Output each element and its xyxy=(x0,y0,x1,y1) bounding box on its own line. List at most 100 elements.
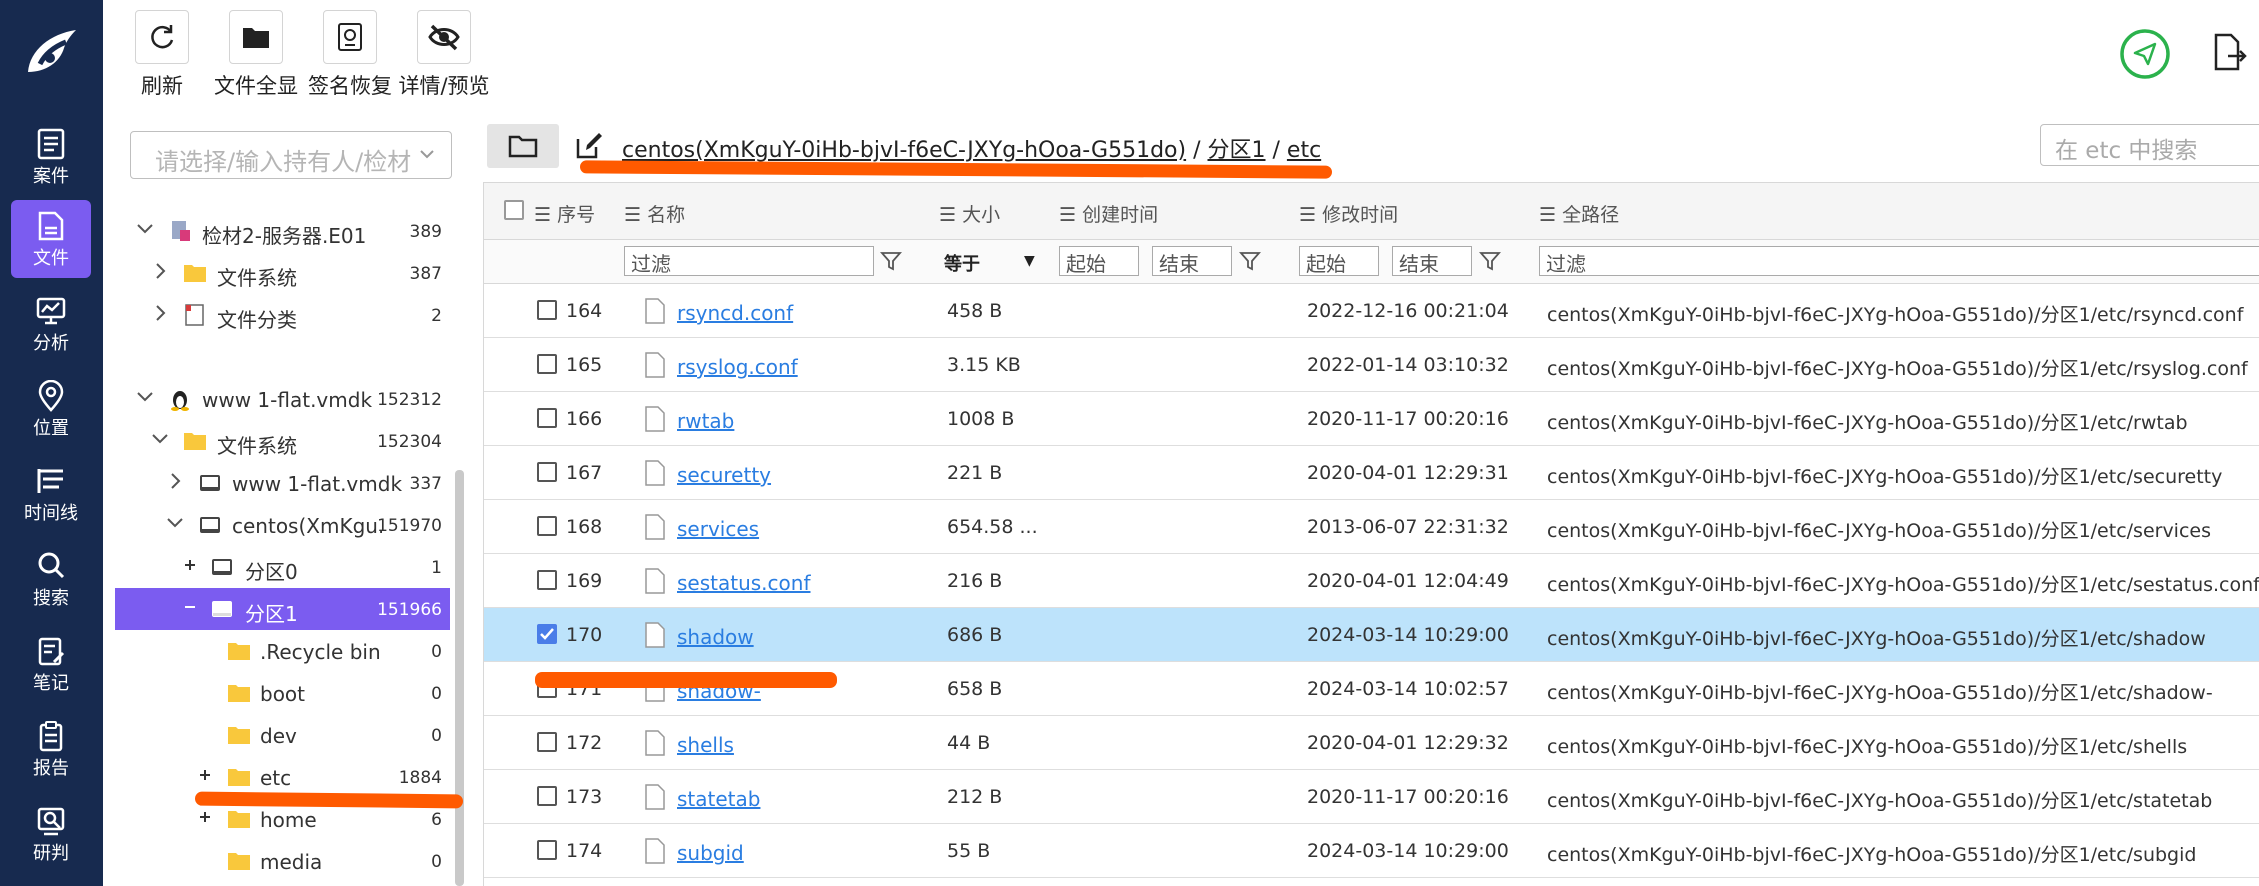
file-name-link[interactable]: shadow xyxy=(677,625,754,649)
row-checkbox[interactable] xyxy=(537,408,557,428)
tree-node-count: 0 xyxy=(431,852,442,872)
folder-view-button[interactable] xyxy=(487,124,559,168)
tree-node-media[interactable]: media 0 xyxy=(115,840,450,882)
column-header-index[interactable]: ☰ 序号 xyxy=(534,200,595,227)
file-name-link[interactable]: rwtab xyxy=(677,409,734,433)
row-checkbox[interactable] xyxy=(537,300,557,320)
file-name-link[interactable]: shells xyxy=(677,733,734,757)
tree-node-centos[interactable]: centos(XmKgu... 151970 xyxy=(115,504,450,546)
ctime-end-input[interactable]: 结束 xyxy=(1152,246,1232,276)
table-row[interactable]: 164 rsyncd.conf 458 B 2022-12-16 00:21:04 ce… xyxy=(484,284,2259,338)
tree-node-filesystem[interactable]: 文件系统 152304 xyxy=(115,420,450,462)
edit-icon[interactable] xyxy=(574,131,604,161)
row-checkbox[interactable] xyxy=(537,840,557,860)
nav-item-search[interactable]: 搜索 xyxy=(11,540,91,618)
chevron-right-icon xyxy=(156,305,166,321)
nav-item-case[interactable]: 案件 xyxy=(11,118,91,196)
file-name-link[interactable]: securetty xyxy=(677,463,771,487)
send-icon[interactable] xyxy=(2119,28,2171,80)
nav-item-file[interactable]: 文件 xyxy=(11,200,91,278)
table-row[interactable]: 167 securetty 221 B 2020-04-01 12:29:31 cent… xyxy=(484,446,2259,500)
column-header-ctime[interactable]: ☰ 创建时间 xyxy=(1059,200,1158,227)
nav-item-note[interactable]: 笔记 xyxy=(11,625,91,703)
tree-node-vmdk[interactable]: www 1-flat.vmdk ... 152312 xyxy=(115,378,450,420)
nav-item-report[interactable]: 报告 xyxy=(11,710,91,788)
file-name-link[interactable]: statetab xyxy=(677,787,760,811)
row-checkbox[interactable] xyxy=(537,354,557,374)
filter-icon[interactable] xyxy=(1239,250,1261,272)
tree-node-boot[interactable]: boot 0 xyxy=(115,672,450,714)
table-row[interactable]: 166 rwtab 1008 B 2020-11-17 00:20:16 centos(… xyxy=(484,392,2259,446)
breadcrumb-volume[interactable]: centos(XmKguY-0iHb-bjvI-f6eC-JXYg-hOoa-G… xyxy=(622,138,1186,163)
size-operator-select[interactable]: 等于 xyxy=(944,250,980,276)
mtime-start-input[interactable]: 起始 xyxy=(1299,246,1379,276)
refresh-button[interactable]: 刷新 xyxy=(112,10,212,100)
name-filter-input[interactable]: 过滤 xyxy=(624,246,874,276)
path-filter-input[interactable]: 过滤 xyxy=(1539,246,2259,276)
file-icon xyxy=(645,838,665,864)
file-name-link[interactable]: services xyxy=(677,517,759,541)
column-header-mtime[interactable]: ☰ 修改时间 xyxy=(1299,200,1398,227)
tree-node-vmdk-disk[interactable]: www 1-flat.vmdk 337 xyxy=(115,462,450,504)
refresh-label: 刷新 xyxy=(141,74,183,98)
column-header-name[interactable]: ☰ 名称 xyxy=(624,200,685,227)
tree-node-label: www 1-flat.vmdk ... xyxy=(202,388,372,412)
filter-icon[interactable] xyxy=(1479,250,1501,272)
show-all-button[interactable]: 文件全显 xyxy=(206,10,306,100)
tree-node-file-category[interactable]: 文件分类 2 xyxy=(115,294,450,336)
table-row[interactable]: 168 services 654.58 ... 2013-06-07 22:31:32… xyxy=(484,500,2259,554)
tree-node-count: 387 xyxy=(409,264,442,284)
tree-node-partition1[interactable]: 分区1 151966 xyxy=(115,588,450,630)
table-row[interactable]: 174 subgid 55 B 2024-03-14 10:29:00 centos(X… xyxy=(484,824,2259,878)
breadcrumb-partition[interactable]: 分区1 xyxy=(1208,138,1266,163)
breadcrumb-folder[interactable]: etc xyxy=(1287,138,1321,163)
tree-node-evidence[interactable]: 检材2-服务器.E01 389 xyxy=(115,210,450,252)
nav-label: 位置 xyxy=(33,418,69,439)
export-file-icon[interactable] xyxy=(2210,32,2250,72)
mtime-end-input[interactable]: 结束 xyxy=(1392,246,1472,276)
row-checkbox[interactable] xyxy=(537,570,557,590)
table-row[interactable]: 169 sestatus.conf 216 B 2020-04-01 12:04:49… xyxy=(484,554,2259,608)
file-name-link[interactable]: rsyslog.conf xyxy=(677,355,798,379)
row-checkbox[interactable] xyxy=(537,624,557,644)
table-row[interactable]: 171 shadow- 658 B 2024-03-14 10:02:57 centos… xyxy=(484,662,2259,716)
file-name-link[interactable]: rsyncd.conf xyxy=(677,301,793,325)
file-size: 686 B xyxy=(947,624,1003,646)
full-path: centos(XmKguY-0iHb-bjvI-f6eC-JXYg-hOoa-G… xyxy=(1547,466,2223,488)
chevron-right-icon xyxy=(171,473,181,489)
refresh-icon xyxy=(151,25,174,49)
nav-item-location[interactable]: 位置 xyxy=(11,370,91,448)
details-preview-button[interactable]: 详情/预览 xyxy=(394,10,494,100)
tree-node-recycle-bin[interactable]: .Recycle bin 0 xyxy=(115,630,450,672)
nav-item-timeline[interactable]: 时间线 xyxy=(11,455,91,533)
folder-search-input[interactable]: 在 etc 中搜索 xyxy=(2040,124,2259,166)
tree-node-filesystem[interactable]: 文件系统 387 xyxy=(115,252,450,294)
tree-node-count: 337 xyxy=(409,474,442,494)
column-header-size[interactable]: ☰ 大小 xyxy=(939,200,1000,227)
tree-node-dev[interactable]: dev 0 xyxy=(115,714,450,756)
breadcrumb: centos(XmKguY-0iHb-bjvI-f6eC-JXYg-hOoa-G… xyxy=(622,132,1321,164)
signature-restore-button[interactable]: 签名恢复 xyxy=(300,10,400,100)
table-row[interactable]: 170 shadow 686 B 2024-03-14 10:29:00 centos(… xyxy=(484,608,2259,662)
full-path: centos(XmKguY-0iHb-bjvI-f6eC-JXYg-hOoa-G… xyxy=(1547,358,2248,380)
tree-scrollbar[interactable] xyxy=(455,470,464,886)
filter-icon[interactable] xyxy=(880,250,902,272)
nav-item-research[interactable]: 研判 xyxy=(11,795,91,873)
table-row[interactable]: 172 shells 44 B 2020-04-01 12:29:32 centos(X… xyxy=(484,716,2259,770)
owner-select[interactable]: 请选择/输入持有人/检材 xyxy=(130,131,452,179)
row-checkbox[interactable] xyxy=(537,732,557,752)
table-row[interactable]: 165 rsyslog.conf 3.15 KB 2022-01-14 03:10:3… xyxy=(484,338,2259,392)
file-name-link[interactable]: subgid xyxy=(677,841,744,865)
nav-item-analysis[interactable]: 分析 xyxy=(11,285,91,363)
ctime-start-input[interactable]: 起始 xyxy=(1059,246,1139,276)
file-name-link[interactable]: sestatus.conf xyxy=(677,571,811,595)
file-icon xyxy=(38,211,64,241)
tree-node-partition0[interactable]: 分区0 1 xyxy=(115,546,450,588)
column-header-path[interactable]: ☰ 全路径 xyxy=(1539,200,1619,227)
nav-label: 笔记 xyxy=(33,673,69,694)
row-checkbox[interactable] xyxy=(537,462,557,482)
row-checkbox[interactable] xyxy=(537,786,557,806)
table-row[interactable]: 173 statetab 212 B 2020-11-17 00:20:16 cento… xyxy=(484,770,2259,824)
row-checkbox[interactable] xyxy=(537,516,557,536)
select-all-checkbox[interactable] xyxy=(504,200,524,220)
